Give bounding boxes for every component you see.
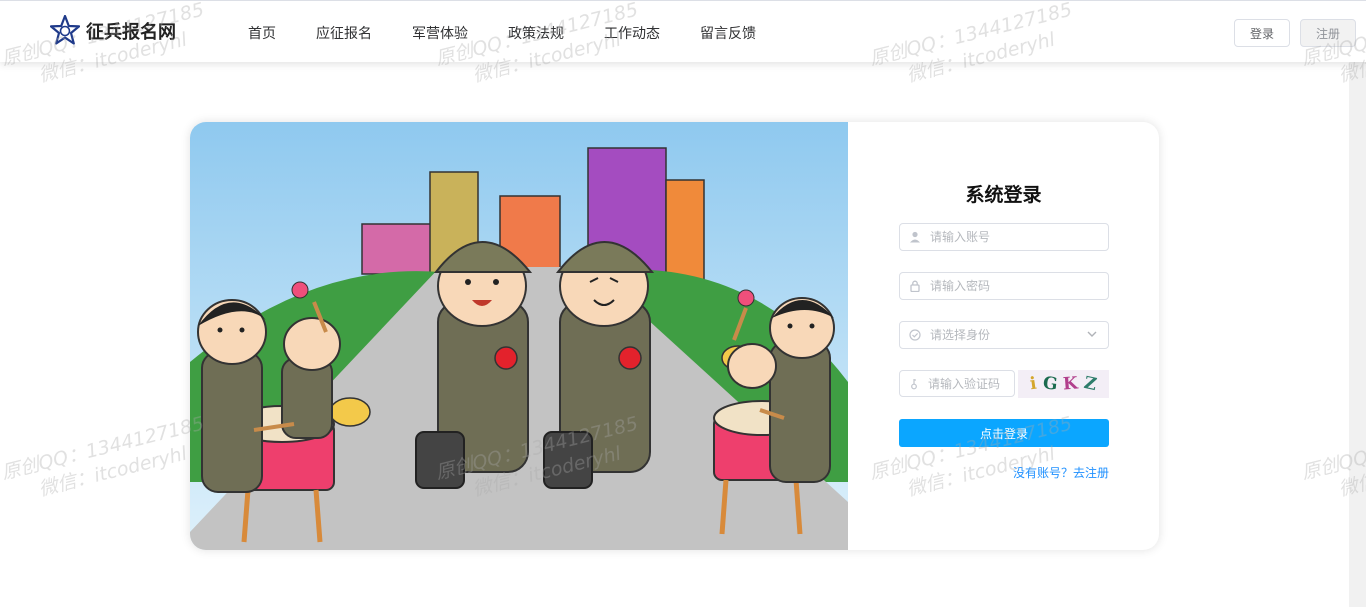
captcha-char: G	[1041, 373, 1059, 395]
captcha-char: i	[1029, 373, 1039, 395]
nav-news[interactable]: 工作动态	[604, 23, 660, 43]
role-select[interactable]	[899, 321, 1109, 349]
captcha-char: K	[1062, 373, 1079, 395]
header-login-button[interactable]: 登录	[1234, 19, 1290, 47]
user-icon	[900, 231, 930, 243]
page-scrollbar[interactable]	[1349, 62, 1366, 607]
account-input[interactable]	[930, 230, 1090, 244]
password-field[interactable]	[899, 272, 1109, 300]
login-form: 系统登录 请输入账号 请选择身份 请输入验证码 i G K Z 点击登录 没有账…	[848, 122, 1159, 550]
captcha-input[interactable]	[928, 376, 1014, 391]
captcha-char: Z	[1082, 372, 1099, 396]
soldiers-illustration	[190, 122, 848, 550]
role-select-input[interactable]	[930, 328, 1090, 342]
login-submit-button[interactable]: 点击登录	[899, 419, 1109, 447]
form-title: 系统登录	[965, 184, 1042, 206]
top-navbar: 征兵报名网 首页 应征报名 军营体验 政策法规 工作动态 留言反馈 登录 注册	[0, 0, 1366, 62]
captcha-image[interactable]: i G K Z	[1018, 370, 1109, 398]
key-icon	[900, 378, 928, 390]
watermark-line: 微信：itcoderyhl	[36, 442, 190, 501]
nav-home[interactable]: 首页	[248, 23, 276, 43]
nav-policy[interactable]: 政策法规	[508, 23, 564, 43]
site-logo[interactable]: 征兵报名网	[50, 14, 176, 48]
register-link[interactable]: 没有账号？去注册	[1013, 464, 1109, 481]
captcha-field[interactable]	[899, 370, 1015, 397]
watermark-line: 原创QQ：1344127185	[0, 412, 207, 485]
header-register-button[interactable]: 注册	[1300, 19, 1356, 47]
site-title: 征兵报名网	[86, 22, 176, 43]
nav-camp-experience[interactable]: 军营体验	[412, 23, 468, 43]
check-circle-icon	[900, 329, 930, 341]
nav-enlist[interactable]: 应征报名	[316, 23, 372, 43]
lock-icon	[900, 280, 930, 292]
nav-feedback[interactable]: 留言反馈	[700, 23, 756, 43]
login-card: 系统登录 请输入账号 请选择身份 请输入验证码 i G K Z 点击登录 没有账…	[190, 122, 1159, 550]
account-field[interactable]	[899, 223, 1109, 251]
star-badge-icon	[50, 15, 80, 45]
chevron-down-icon[interactable]	[1086, 328, 1098, 343]
watermark: 原创QQ：1344127185微信：itcoderyhl	[0, 412, 213, 510]
password-input[interactable]	[930, 279, 1090, 293]
